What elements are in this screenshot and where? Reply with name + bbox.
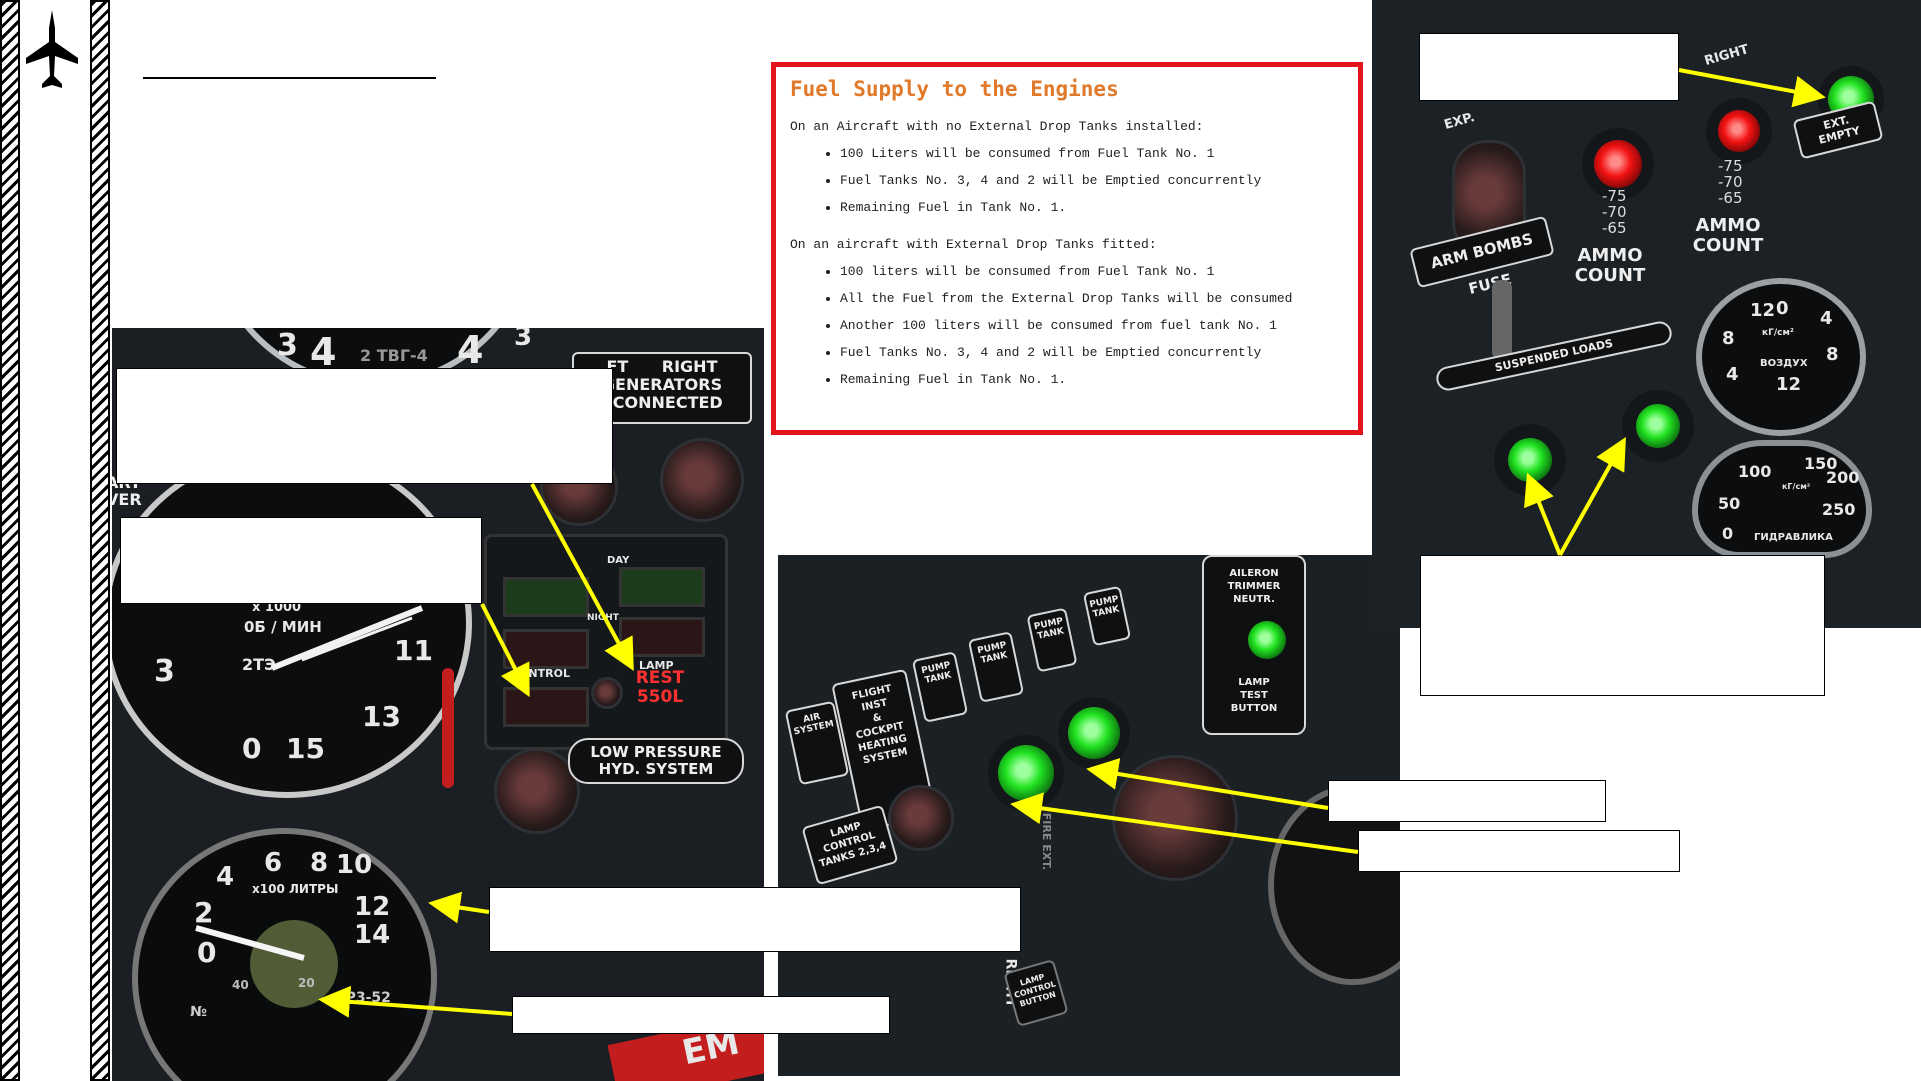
- callout-arrows: [318, 68, 1826, 1018]
